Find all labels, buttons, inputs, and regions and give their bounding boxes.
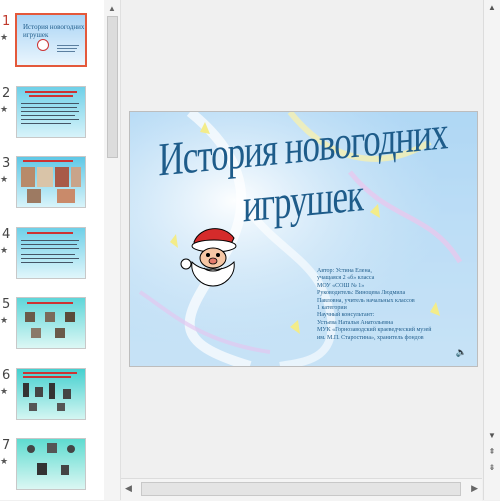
info-line: учащаяся 2 «б» класса: [317, 275, 375, 282]
scroll-left-icon[interactable]: ◀: [125, 483, 132, 494]
slide-thumbnail-4[interactable]: [16, 227, 86, 279]
slide-thumbnail-2[interactable]: [16, 86, 86, 138]
info-line: им. М.П. Старостина», хранитель фондов: [317, 334, 424, 341]
animation-star-icon: ★: [0, 245, 9, 255]
animation-star-icon: ★: [0, 174, 9, 184]
next-slide-icon[interactable]: ⇟: [485, 462, 499, 474]
thumbnail-row-6[interactable]: 6 ★: [0, 368, 104, 424]
author-info-block[interactable]: Автор: Устина Елена, учащаяся 2 «б» клас…: [317, 268, 477, 342]
thumbnail-row-7[interactable]: 7 ★: [0, 438, 104, 494]
scroll-right-icon[interactable]: ▶: [471, 483, 478, 494]
scroll-up-icon[interactable]: ▲: [108, 4, 116, 13]
slide-thumbnail-1[interactable]: История новогодних игрушек: [15, 13, 87, 67]
thumbnail-row-1[interactable]: 1 ★ История новогодних игрушек: [0, 13, 104, 70]
thumbnail-row-3[interactable]: 3 ★: [0, 156, 104, 212]
thumbnail-scrollbar[interactable]: ▲: [104, 0, 121, 500]
info-line: МУК «Горнозаводский краеведческий музей: [317, 327, 432, 334]
speaker-icon[interactable]: 🔈: [456, 347, 467, 358]
scroll-up-icon[interactable]: ▲: [485, 2, 499, 14]
animation-star-icon: ★: [0, 32, 9, 42]
slide-thumbnail-5[interactable]: [16, 297, 86, 349]
santa-claus-image[interactable]: [180, 224, 240, 288]
info-line: Руководитель: Виноцева Людмила: [317, 290, 406, 297]
slide-thumbnail-6[interactable]: [16, 368, 86, 420]
slide-thumbnail-7[interactable]: [16, 438, 86, 490]
slide-number: 5: [2, 297, 11, 312]
scroll-down-icon[interactable]: ▼: [485, 430, 499, 442]
previous-slide-icon[interactable]: ⇞: [485, 446, 499, 458]
slide-number: 7: [2, 438, 11, 453]
info-line: МОУ «СОШ № 1»: [317, 282, 365, 289]
slide-number: 6: [2, 368, 11, 383]
thumbnail-row-5[interactable]: 5 ★: [0, 297, 104, 353]
horizontal-scroll-thumb[interactable]: [141, 482, 461, 496]
slide-editing-area: История новогодних игрушек Автор: Устина…: [121, 0, 482, 478]
slide-number: 2: [2, 86, 11, 101]
animation-star-icon: ★: [0, 315, 9, 325]
slide-number: 3: [2, 156, 11, 171]
animation-star-icon: ★: [0, 104, 9, 114]
animation-star-icon: ★: [0, 386, 9, 396]
thumbnail-row-4[interactable]: 4 ★: [0, 227, 104, 283]
slide-canvas[interactable]: История новогодних игрушек Автор: Устина…: [129, 111, 478, 367]
animation-star-icon: ★: [0, 456, 9, 466]
slide-thumbnail-pane: 1 ★ История новогодних игрушек 2 ★ 3 ★ 4…: [0, 0, 105, 500]
horizontal-scrollbar[interactable]: ◀ ▶: [121, 478, 482, 501]
thumbnail-scroll-thumb[interactable]: [107, 16, 118, 158]
info-line: Научный консультант:: [317, 312, 375, 319]
slide-thumbnail-3[interactable]: [16, 156, 86, 208]
thumbnail-row-2[interactable]: 2 ★: [0, 86, 104, 142]
slide-number: 4: [2, 227, 11, 242]
vertical-scrollbar[interactable]: ▲ ▼ ⇞ ⇟: [483, 0, 500, 500]
slide-number: 1: [2, 14, 11, 29]
info-line: Павловна, учитель начальных классов: [317, 297, 415, 304]
